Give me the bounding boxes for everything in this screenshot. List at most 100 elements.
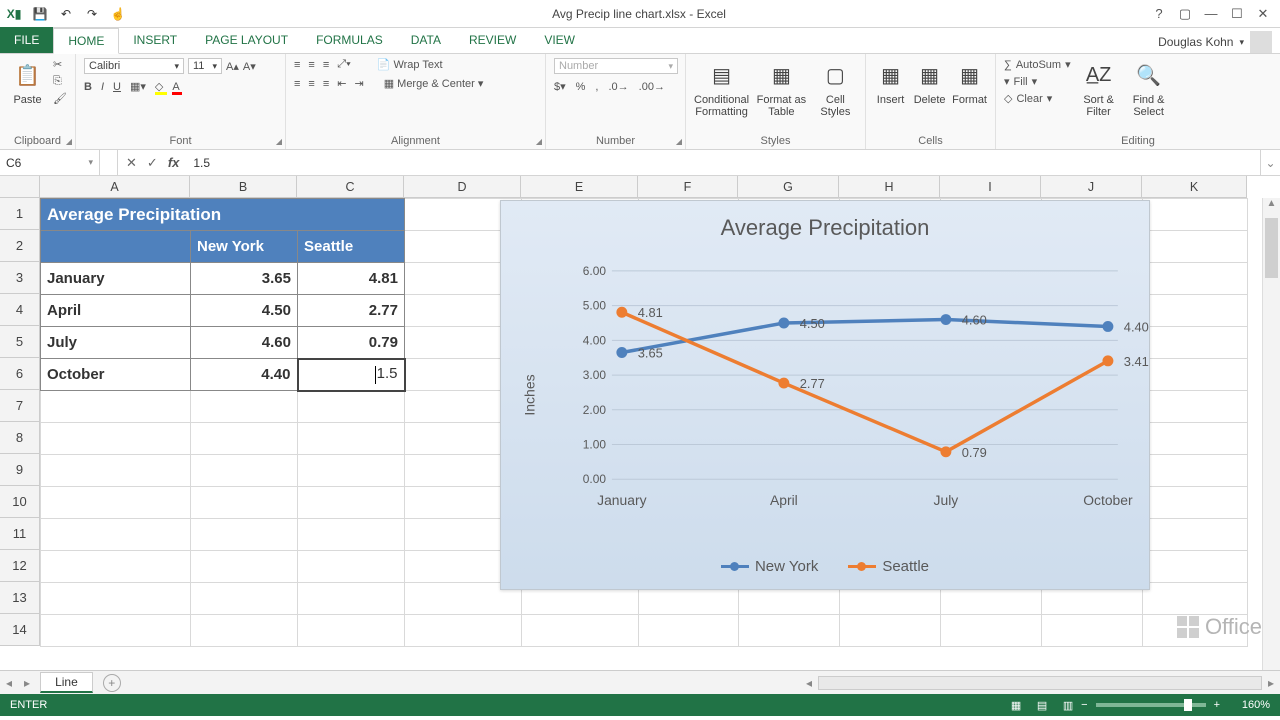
page-layout-view-icon[interactable]: ▤ [1029, 699, 1055, 712]
autosum-button[interactable]: ∑ AutoSum ▾ [1004, 58, 1071, 71]
row-header-1[interactable]: 1 [0, 198, 39, 230]
orientation-icon[interactable]: ⤢▾ [337, 58, 350, 71]
ribbon-options-button[interactable]: ▢ [1174, 3, 1196, 25]
cell-a5[interactable]: July [41, 327, 191, 359]
chart-plot-area[interactable]: 0.001.002.003.004.005.006.00JanuaryApril… [571, 261, 1129, 509]
col-header-E[interactable]: E [521, 176, 638, 198]
dialog-launcher-icon[interactable]: ◢ [536, 137, 542, 146]
cell-b6[interactable]: 4.40 [191, 359, 298, 391]
font-color-button[interactable]: A [172, 81, 179, 93]
name-box[interactable]: C6▾ [0, 150, 100, 175]
chart-title[interactable]: Average Precipitation [501, 201, 1149, 241]
copy-button[interactable]: ⎘ [53, 75, 67, 88]
save-button[interactable]: 💾 [28, 2, 52, 26]
row-header-14[interactable]: 14 [0, 614, 39, 646]
font-size-select[interactable]: 11▾ [188, 58, 222, 74]
zoom-out-icon[interactable]: − [1081, 699, 1087, 711]
redo-button[interactable]: ↷ [80, 2, 104, 26]
sheet-nav-prev-icon[interactable]: ◂ [0, 676, 18, 690]
dialog-launcher-icon[interactable]: ◢ [676, 137, 682, 146]
align-left-icon[interactable]: ≡ [294, 78, 300, 90]
enter-formula-icon[interactable]: ✓ [147, 155, 158, 171]
cell-a3[interactable]: January [41, 263, 191, 295]
scroll-thumb[interactable] [1265, 218, 1278, 278]
col-header-I[interactable]: I [940, 176, 1041, 198]
conditional-formatting-button[interactable]: ▤Conditional Formatting [694, 58, 749, 118]
legend-seattle[interactable]: Seattle [848, 558, 929, 575]
cell-b2[interactable]: New York [191, 231, 298, 263]
help-button[interactable]: ? [1148, 3, 1170, 25]
row-header-5[interactable]: 5 [0, 326, 39, 358]
tab-formulas[interactable]: FORMULAS [302, 27, 397, 53]
cell-b5[interactable]: 4.60 [191, 327, 298, 359]
col-header-J[interactable]: J [1041, 176, 1142, 198]
cell-b4[interactable]: 4.50 [191, 295, 298, 327]
scroll-up-icon[interactable]: ▲ [1263, 198, 1280, 216]
percent-icon[interactable]: % [576, 81, 586, 93]
zoom-slider[interactable] [1096, 703, 1206, 707]
number-format-select[interactable]: Number▾ [554, 58, 678, 74]
row-header-9[interactable]: 9 [0, 454, 39, 486]
align-right-icon[interactable]: ≡ [323, 78, 329, 90]
underline-button[interactable]: U [113, 81, 121, 93]
cell-a1[interactable]: Average Precipitation [41, 199, 405, 231]
chart-object[interactable]: Average Precipitation Inches 0.001.002.0… [500, 200, 1150, 590]
format-painter-button[interactable]: 🖌 [53, 92, 67, 105]
insert-cells-button[interactable]: ▦Insert [874, 58, 907, 106]
touch-mode-button[interactable]: ☝ [106, 2, 130, 26]
cell-c4[interactable]: 2.77 [298, 295, 405, 327]
sort-filter-button[interactable]: A̲ZSort & Filter [1077, 58, 1121, 118]
format-cells-button[interactable]: ▦Format [952, 58, 987, 106]
row-header-6[interactable]: 6 [0, 358, 39, 390]
cell-a2[interactable] [41, 231, 191, 263]
col-header-B[interactable]: B [190, 176, 297, 198]
cell-styles-button[interactable]: ▢Cell Styles [814, 58, 857, 118]
tab-insert[interactable]: INSERT [119, 27, 191, 53]
comma-icon[interactable]: , [595, 81, 598, 93]
cancel-formula-icon[interactable]: ✕ [126, 155, 137, 171]
col-header-H[interactable]: H [839, 176, 940, 198]
delete-cells-button[interactable]: ▦Delete [913, 58, 946, 106]
find-select-button[interactable]: 🔍Find & Select [1127, 58, 1171, 118]
dialog-launcher-icon[interactable]: ◢ [66, 137, 72, 146]
col-header-F[interactable]: F [638, 176, 738, 198]
fill-button[interactable]: ▾ Fill ▾ [1004, 75, 1071, 88]
align-top-icon[interactable]: ≡ [294, 59, 300, 71]
row-header-7[interactable]: 7 [0, 390, 39, 422]
col-header-K[interactable]: K [1142, 176, 1247, 198]
wrap-text-button[interactable]: 📄 Wrap Text [377, 58, 443, 71]
select-all-button[interactable] [0, 176, 40, 198]
row-header-10[interactable]: 10 [0, 486, 39, 518]
fx-icon[interactable]: fx [168, 155, 180, 170]
align-bottom-icon[interactable]: ≡ [323, 59, 329, 71]
scroll-left-icon[interactable]: ◂ [800, 676, 818, 690]
align-middle-icon[interactable]: ≡ [308, 59, 314, 71]
decrease-indent-icon[interactable]: ⇤ [337, 77, 346, 90]
col-header-C[interactable]: C [297, 176, 404, 198]
cut-button[interactable]: ✂ [53, 58, 67, 71]
normal-view-icon[interactable]: ▦ [1003, 699, 1029, 712]
tab-home[interactable]: HOME [53, 28, 119, 54]
fill-color-button[interactable]: ◇ [155, 80, 163, 93]
col-header-D[interactable]: D [404, 176, 521, 198]
italic-button[interactable]: I [101, 81, 104, 93]
borders-button[interactable]: ▦▾ [130, 80, 146, 93]
font-name-select[interactable]: Calibri▾ [84, 58, 184, 74]
col-header-G[interactable]: G [738, 176, 839, 198]
col-header-A[interactable]: A [40, 176, 190, 198]
worksheet-grid[interactable]: ABCDEFGHIJK 1234567891011121314 Average … [0, 176, 1280, 670]
tab-data[interactable]: DATA [397, 27, 455, 53]
formula-input[interactable]: 1.5 [187, 150, 1260, 175]
paste-button[interactable]: 📋 Paste [8, 58, 47, 106]
bold-button[interactable]: B [84, 81, 92, 93]
sheet-tab-line[interactable]: Line [40, 672, 93, 693]
row-header-13[interactable]: 13 [0, 582, 39, 614]
row-headers[interactable]: 1234567891011121314 [0, 198, 40, 646]
new-sheet-button[interactable]: + [103, 674, 121, 692]
align-center-icon[interactable]: ≡ [308, 78, 314, 90]
user-account[interactable]: Douglas Kohn ▾ [1158, 31, 1280, 53]
row-header-2[interactable]: 2 [0, 230, 39, 262]
legend-new-york[interactable]: New York [721, 558, 818, 575]
tab-view[interactable]: VIEW [530, 27, 589, 53]
row-header-11[interactable]: 11 [0, 518, 39, 550]
